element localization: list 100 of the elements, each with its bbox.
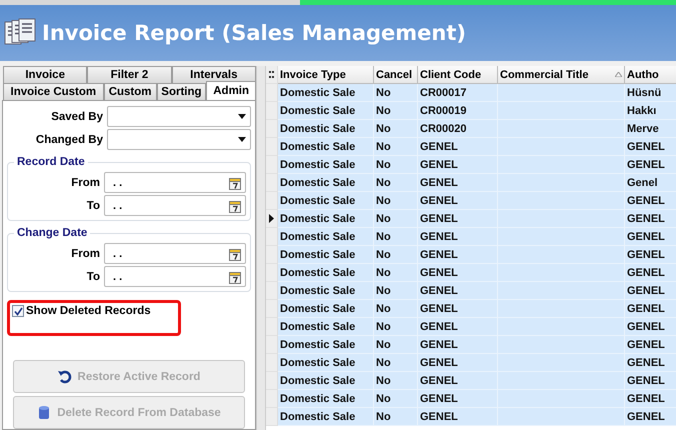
table-cell: Domestic Sale: [278, 228, 374, 246]
dropdown-field[interactable]: [107, 129, 251, 150]
table-cell: No: [374, 336, 418, 354]
table-cell: Domestic Sale: [278, 102, 374, 120]
table-cell: Hüsnü: [625, 84, 676, 102]
tab[interactable]: Sorting: [156, 83, 206, 100]
current-row-icon: [269, 214, 274, 223]
table-cell: GENEL: [418, 318, 498, 336]
field-label: From: [71, 248, 100, 260]
table-cell: No: [374, 210, 418, 228]
dropdown-arrow-icon[interactable]: [238, 137, 246, 142]
table-cell: GENEL: [625, 408, 676, 426]
table-cell: GENEL: [418, 192, 498, 210]
table-cell: GENEL: [625, 282, 676, 300]
table-cell: GENEL: [625, 192, 676, 210]
table-cell: GENEL: [418, 174, 498, 192]
table-cell: CR00017: [418, 84, 498, 102]
table-cell: CR00020: [418, 120, 498, 138]
table-cell: Domestic Sale: [278, 246, 374, 264]
tab[interactable]: Intervals: [172, 66, 256, 83]
tab[interactable]: Custom: [104, 83, 157, 100]
tab[interactable]: Invoice: [3, 66, 88, 83]
table-cell: GENEL: [418, 210, 498, 228]
table-cell: GENEL: [418, 246, 498, 264]
table-cell: GENEL: [418, 282, 498, 300]
column-header[interactable]: Autho: [625, 66, 676, 84]
database-icon: [37, 404, 52, 420]
table-cell: Domestic Sale: [278, 408, 374, 426]
table-cell: No: [374, 138, 418, 156]
table-cell: No: [374, 84, 418, 102]
checkmark-icon: [14, 306, 22, 316]
date-field[interactable]: . .: [104, 243, 246, 264]
window-title: Invoice Report (Sales Management): [42, 21, 466, 45]
table-cell: GENEL: [625, 138, 676, 156]
table-cell: No: [374, 228, 418, 246]
column-header[interactable]: Client Code: [418, 66, 498, 84]
table-cell: Domestic Sale: [278, 300, 374, 318]
table-cell: GENEL: [625, 246, 676, 264]
table-cell: Domestic Sale: [278, 318, 374, 336]
table-cell: Merve: [625, 120, 676, 138]
table-cell: No: [374, 264, 418, 282]
table-cell: No: [374, 192, 418, 210]
column-header[interactable]: Cancel: [374, 66, 418, 84]
table-cell: Domestic Sale: [278, 390, 374, 408]
table-cell: Domestic Sale: [278, 174, 374, 192]
table-cell: GENEL: [418, 300, 498, 318]
table-cell: Domestic Sale: [278, 84, 374, 102]
date-field[interactable]: . .: [104, 172, 246, 193]
table-cell: No: [374, 318, 418, 336]
dropdown-arrow-icon[interactable]: [238, 114, 246, 119]
table-cell: GENEL: [625, 210, 676, 228]
tab[interactable]: Filter 2: [87, 66, 172, 83]
dots-icon: [269, 71, 274, 78]
field-label: To: [86, 200, 100, 212]
table-cell: GENEL: [418, 372, 498, 390]
date-field[interactable]: . .: [104, 266, 246, 287]
table-cell: GENEL: [625, 336, 676, 354]
table-cell: No: [374, 300, 418, 318]
row-indicator[interactable]: [266, 210, 278, 228]
table-cell: GENEL: [418, 228, 498, 246]
table-cell: Domestic Sale: [278, 282, 374, 300]
table-cell: GENEL: [625, 156, 676, 174]
table-cell: No: [374, 102, 418, 120]
column-header[interactable]: Commercial Title: [498, 66, 625, 84]
undo-arrow-icon: [58, 370, 72, 384]
table-cell: GENEL: [418, 156, 498, 174]
table-cell: GENEL: [625, 264, 676, 282]
table-cell: GENEL: [418, 408, 498, 426]
table-cell: Domestic Sale: [278, 120, 374, 138]
column-header[interactable]: Invoice Type: [278, 66, 374, 84]
table-cell: Domestic Sale: [278, 138, 374, 156]
table-cell: GENEL: [625, 318, 676, 336]
table-cell: No: [374, 354, 418, 372]
table-cell: GENEL: [418, 390, 498, 408]
table-cell: GENEL: [418, 138, 498, 156]
table-cell: No: [374, 174, 418, 192]
field-label: To: [86, 270, 100, 282]
group-title: Change Date: [14, 227, 90, 239]
date-field[interactable]: . .: [104, 195, 246, 216]
checkbox[interactable]: [12, 305, 24, 317]
table-cell: No: [374, 408, 418, 426]
table-cell: Domestic Sale: [278, 354, 374, 372]
table-cell: Domestic Sale: [278, 210, 374, 228]
table-cell: No: [374, 282, 418, 300]
table-cell: No: [374, 120, 418, 138]
table-cell: GENEL: [418, 354, 498, 372]
dropdown-field[interactable]: [107, 106, 251, 127]
field-label: Saved By: [51, 110, 103, 122]
table-cell: GENEL: [625, 228, 676, 246]
table-cell: Domestic Sale: [278, 336, 374, 354]
tab[interactable]: Invoice Custom: [3, 83, 104, 100]
table-cell: Domestic Sale: [278, 264, 374, 282]
table-cell: CR00019: [418, 102, 498, 120]
tab[interactable]: Admin: [206, 81, 256, 100]
table-cell: No: [374, 390, 418, 408]
field-label: From: [71, 176, 100, 188]
sort-arrow-icon: [615, 72, 622, 77]
table-cell: GENEL: [418, 264, 498, 282]
show-deleted-checkbox[interactable]: Show Deleted Records: [12, 305, 151, 317]
table-cell: Domestic Sale: [278, 372, 374, 390]
